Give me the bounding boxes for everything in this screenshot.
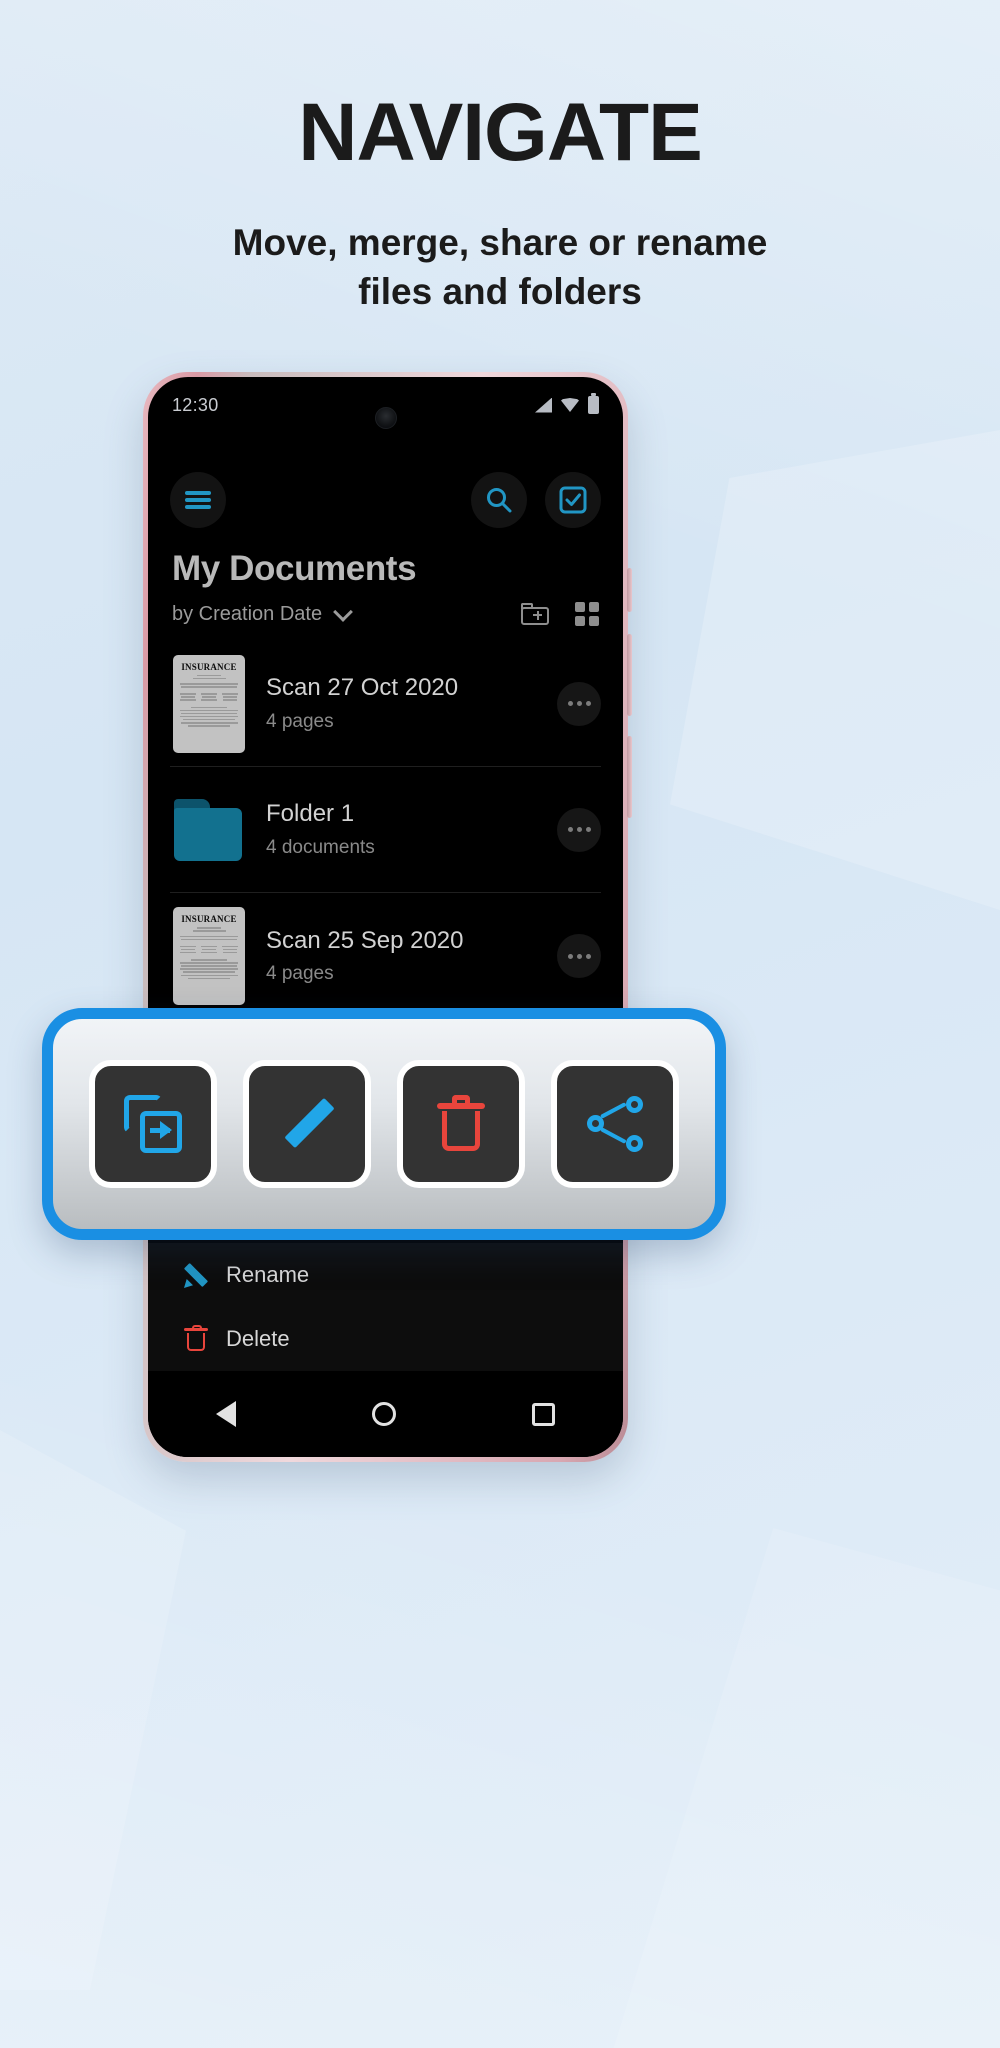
sort-label[interactable]: by Creation Date: [172, 603, 322, 626]
file-meta: 4 pages: [266, 963, 334, 985]
phone-mockup: 12:30 My Documents by Creation Date INSU…: [143, 372, 632, 1462]
list-item-text: Scan 25 Sep 2020 4 pages: [248, 927, 557, 986]
new-folder-icon[interactable]: [521, 603, 549, 625]
back-triangle-icon[interactable]: [216, 1401, 236, 1427]
menu-item-delete[interactable]: Delete: [176, 1307, 595, 1371]
phone-side-button: [627, 568, 632, 612]
background-facet: [670, 430, 1000, 910]
document-thumbnail: INSURANCE: [173, 907, 245, 1005]
promo-subheadline: Move, merge, share or rename files and f…: [0, 218, 1000, 316]
page-header: My Documents by Creation Date: [148, 549, 623, 631]
menu-item-label: Rename: [226, 1262, 310, 1287]
file-name: Scan 25 Sep 2020: [266, 926, 464, 954]
trash-icon: [184, 1325, 208, 1352]
battery-icon: [588, 393, 599, 414]
select-all-checkbox-icon: [559, 486, 587, 514]
list-item-text: Folder 1 4 documents: [248, 800, 557, 859]
search-icon: [487, 488, 512, 513]
list-item-text: Scan 27 Oct 2020 4 pages: [248, 674, 557, 733]
file-meta: 4 pages: [266, 710, 334, 732]
background-facet: [613, 1528, 1000, 2048]
chevron-down-icon[interactable]: [333, 601, 353, 622]
wifi-icon: [561, 398, 579, 412]
merge-documents-icon: [124, 1095, 182, 1153]
search-button[interactable]: [471, 472, 527, 528]
file-name: Scan 27 Oct 2020: [266, 674, 459, 702]
sort-row: by Creation Date: [172, 597, 599, 631]
phone-screen: 12:30 My Documents by Creation Date INSU…: [148, 377, 623, 1457]
thumbnail: INSURANCE: [170, 654, 248, 753]
grid-view-icon[interactable]: [575, 602, 599, 626]
background-facet: [0, 1430, 186, 1990]
document-thumbnail: INSURANCE: [173, 654, 245, 753]
list-item[interactable]: INSURANCE: [170, 893, 601, 1019]
delete-button[interactable]: [397, 1060, 525, 1188]
menu-item-label: Delete: [226, 1326, 290, 1351]
promo-headline: NAVIGATE: [298, 87, 703, 178]
file-meta: 4 documents: [266, 836, 375, 858]
front-camera-icon: [374, 407, 397, 429]
pencil-icon: [183, 1262, 209, 1288]
context-menu: Rename Delete: [148, 1243, 623, 1371]
hamburger-menu-icon: [185, 491, 211, 509]
phone-volume-up-button: [627, 634, 632, 716]
status-icon-group: [535, 393, 599, 414]
overflow-menu-icon[interactable]: [557, 681, 601, 726]
pencil-icon: [276, 1093, 338, 1155]
thumbnail-header-text: INSURANCE: [181, 914, 237, 924]
overflow-menu-icon[interactable]: [557, 807, 601, 852]
highlight-callout: [42, 1008, 726, 1240]
overflow-menu-icon[interactable]: [557, 934, 601, 978]
file-name: Folder 1: [266, 800, 355, 828]
share-icon: [587, 1096, 643, 1152]
page-title: My Documents: [172, 549, 417, 588]
promo-subheadline-line-1: Move, merge, share or rename: [232, 222, 768, 263]
thumbnail: [170, 798, 248, 861]
recents-square-icon[interactable]: [532, 1402, 555, 1426]
list-item[interactable]: INSURANCE: [170, 641, 601, 767]
hamburger-menu-button[interactable]: [170, 472, 226, 528]
phone-volume-down-button: [627, 736, 632, 818]
menu-item-rename[interactable]: Rename: [176, 1243, 595, 1307]
folder-icon: [170, 798, 248, 861]
trash-icon: [437, 1095, 485, 1153]
thumbnail: INSURANCE: [170, 907, 248, 1005]
list-item[interactable]: Folder 1 4 documents: [170, 767, 601, 893]
home-circle-icon[interactable]: [372, 1402, 396, 1426]
android-navigation-bar: [148, 1371, 623, 1457]
share-button[interactable]: [551, 1060, 679, 1188]
signal-icon: [535, 397, 552, 413]
app-toolbar: [148, 465, 623, 535]
rename-button[interactable]: [243, 1060, 371, 1188]
view-actions: [521, 602, 599, 626]
select-all-button[interactable]: [545, 472, 601, 528]
promo-subheadline-line-2: files and folders: [358, 271, 642, 313]
toolbar-actions: [471, 472, 601, 528]
status-clock: 12:30: [172, 394, 219, 415]
merge-button[interactable]: [89, 1060, 217, 1188]
thumbnail-header-text: INSURANCE: [181, 661, 237, 672]
